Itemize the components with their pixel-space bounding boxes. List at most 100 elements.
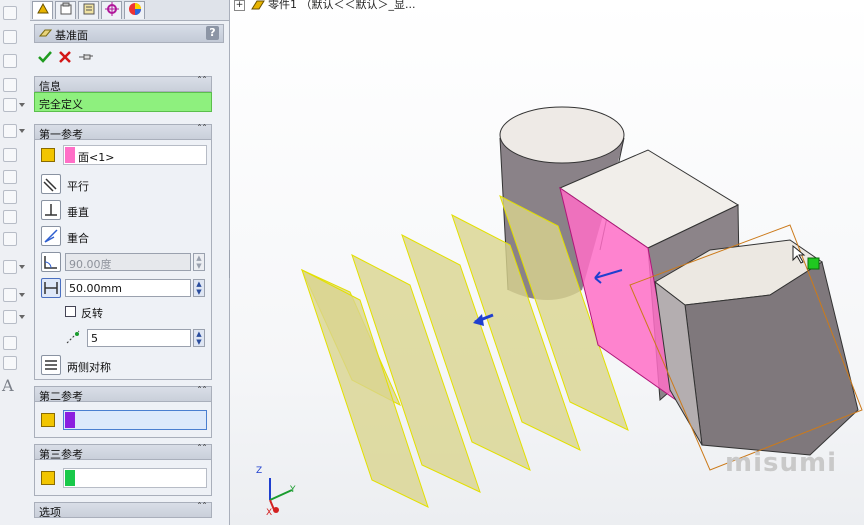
extrude-icon[interactable] [3,30,17,44]
flip-checkbox[interactable] [65,306,76,317]
plane-count-icon [66,330,80,344]
fillet-dropdown-icon[interactable] [19,129,25,133]
pin-icon [79,54,93,60]
feature-manager-tab[interactable] [32,1,53,19]
mirror-icon[interactable] [3,288,17,302]
drag-handle [807,257,820,270]
ok-button[interactable] [38,50,52,68]
keep-visible-button[interactable] [78,50,94,68]
first-reference-header[interactable]: 第一参考 ˆˆ [34,124,212,141]
second-reference-selection-box[interactable] [63,410,207,430]
property-manager-icon [60,2,71,15]
graphics-viewport[interactable]: + 零件1 （默认＜＜默认＞_显... Z Y X misumi [230,0,864,525]
feature-manager-icon [36,2,49,14]
draft-icon[interactable] [3,190,17,204]
parallel-icon [41,174,61,194]
command-toolbar: A [0,0,31,525]
curves-icon[interactable] [3,310,17,324]
first-reference-body: 面<1> 平行 垂直 重合 90.00度 ▲ ▼ 50.00mm ▲ ▼ 反转 … [34,140,212,380]
collapse-icon: ˆˆ [197,124,207,135]
perpendicular-option[interactable]: 垂直 [41,200,211,220]
plane-count-spinner[interactable]: ▲ ▼ [193,329,205,347]
collapse-icon: ˆˆ [197,386,207,397]
selection-color-swatch [65,470,75,486]
collapse-icon: ˆˆ [197,76,207,87]
collapse-icon: ˆˆ [197,444,207,455]
text-tool-icon[interactable]: A [2,376,14,395]
perpendicular-icon [41,200,61,220]
property-title-bar: 基准面 ? [34,24,224,43]
instant3d-icon[interactable] [3,336,17,350]
angle-input[interactable]: 90.00度 [65,253,191,271]
flip-label: 反转 [81,307,103,320]
mirror-dropdown-icon[interactable] [19,293,25,297]
reference-icon[interactable] [3,356,17,370]
triad-y-label: Y [290,485,296,495]
loft-icon[interactable] [3,98,17,112]
selection-color-swatch [65,147,75,163]
config-manager-tab[interactable] [78,1,99,19]
close-icon [59,51,71,63]
pattern-dropdown-icon[interactable] [19,265,25,269]
triad-z-label: Z [256,466,263,476]
chamfer-icon[interactable] [3,148,17,162]
face-selection-icon [41,148,55,162]
distance-input[interactable]: 50.00mm [65,279,191,297]
selection-color-swatch [65,412,75,428]
loft-dropdown-icon[interactable] [19,103,25,107]
manager-tabs [30,0,229,21]
face-selection-icon [41,471,55,485]
config-manager-icon [83,3,94,15]
plane-count-input[interactable]: 5 [87,329,191,347]
axis-triad [269,478,293,513]
options-header[interactable]: 选项 ˆˆ [34,502,212,519]
checkmark-icon [38,51,52,63]
model-scene [269,106,863,513]
angle-icon [41,252,61,272]
second-reference-section: 第二参考 ˆˆ [34,386,212,438]
parallel-option[interactable]: 平行 [41,174,211,194]
collapse-icon: ˆˆ [197,502,207,513]
sketch-icon[interactable] [3,6,17,20]
rib-icon[interactable] [3,210,17,224]
appearance-icon [128,3,141,15]
third-reference-selection-box[interactable] [63,468,207,488]
distance-spinner[interactable]: ▲ ▼ [193,279,205,297]
face-selection-icon [41,413,55,427]
pattern-icon[interactable] [3,260,17,274]
angle-spinner[interactable]: ▲ ▼ [193,253,205,271]
first-reference-section: 第一参考 ˆˆ 面<1> 平行 垂直 重合 90.00度 ▲ ▼ 50.00mm… [34,124,212,380]
sweep-icon[interactable] [3,78,17,92]
coincident-icon [41,226,61,246]
options-section: 选项 ˆˆ [34,502,212,525]
status-message: 完全定义 [34,92,212,112]
revolve-icon[interactable] [3,54,17,68]
property-title: 基准面 [55,29,88,42]
third-reference-header[interactable]: 第三参考 ˆˆ [34,444,212,461]
curves-dropdown-icon[interactable] [19,315,25,319]
fillet-icon[interactable] [3,124,17,138]
help-button[interactable]: ? [206,26,219,40]
property-manager: 基准面 ? 信息 ˆˆ 完全定义 第一参考 ˆˆ 面<1> 平行 垂直 重合 9… [30,0,256,525]
third-reference-section: 第三参考 ˆˆ [34,444,212,496]
third-reference-body [34,460,212,496]
wrap-icon[interactable] [3,232,17,246]
first-reference-selection: 面<1> [78,151,115,164]
dimxpert-icon [104,2,119,16]
first-reference-selection-box[interactable]: 面<1> [63,145,207,165]
dimxpert-tab[interactable] [101,1,122,19]
mid-plane-option[interactable]: 两侧对称 [41,355,211,375]
shell-icon[interactable] [3,170,17,184]
cancel-button[interactable] [58,50,72,68]
info-header[interactable]: 信息 ˆˆ [34,76,212,93]
plane-icon [39,29,52,37]
appearance-tab[interactable] [124,1,145,19]
second-reference-header[interactable]: 第二参考 ˆˆ [34,386,212,403]
offset-distance-icon [41,278,61,298]
triad-x-label: X [266,508,273,518]
info-section: 信息 ˆˆ 完全定义 [34,76,212,114]
coincident-option[interactable]: 重合 [41,226,211,246]
mid-plane-icon [41,355,61,375]
second-reference-body [34,402,212,438]
property-manager-tab[interactable] [55,1,76,19]
